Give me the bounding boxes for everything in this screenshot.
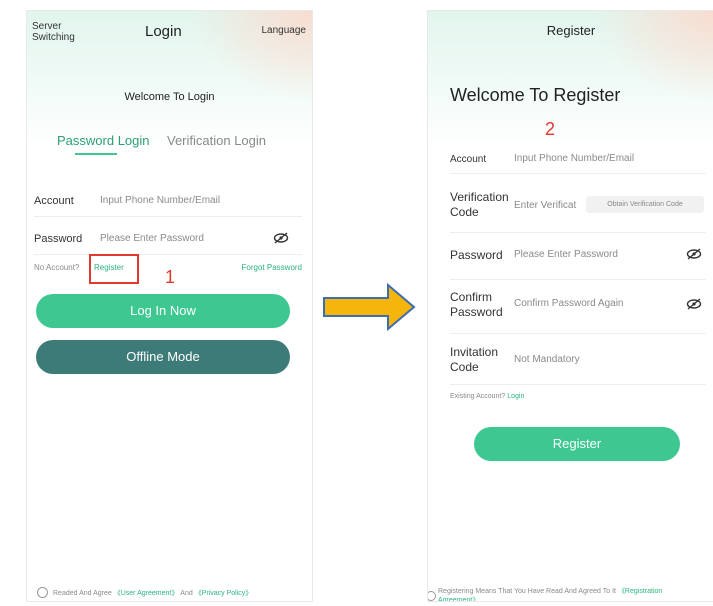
tab-password-login[interactable]: Password Login (57, 133, 150, 148)
page-title: Register (546, 23, 596, 38)
existing-account-row: Existing Account? Login (450, 393, 524, 400)
account-label: Account (450, 154, 487, 165)
divider (450, 232, 706, 233)
eye-off-icon[interactable] (686, 298, 702, 310)
radio-circle-icon[interactable] (37, 587, 48, 598)
arrow-right-icon (323, 282, 416, 332)
radio-circle-icon[interactable] (428, 591, 436, 601)
login-screen: Server Switching Login Language Welcome … (26, 10, 313, 602)
account-input[interactable]: Input Phone Number/Email (100, 195, 220, 206)
verification-code-input[interactable]: Enter Verificat (514, 200, 576, 211)
registration-agreement-text: Registering Means That You Have Read And… (438, 587, 708, 601)
divider (450, 333, 706, 334)
password-label: Password (34, 233, 83, 245)
and-text: And (180, 590, 193, 597)
existing-account-text: Existing Account? (450, 393, 506, 400)
log-in-now-button[interactable]: Log In Now (36, 294, 290, 328)
invitation-code-input[interactable]: Not Mandatory (514, 354, 580, 365)
privacy-policy-link[interactable]: 《Privacy Policy》 (195, 590, 253, 597)
page-title: Login (145, 23, 182, 40)
server-switching-button[interactable]: Server Switching (32, 21, 75, 43)
verification-code-label: Verification Code (450, 190, 509, 219)
offline-mode-button[interactable]: Offline Mode (36, 340, 290, 374)
password-input[interactable]: Please Enter Password (100, 233, 204, 244)
invitation-code-label: Invitation Code (450, 345, 499, 374)
annotation-number: 2 (545, 119, 556, 139)
confirm-password-label: Confirm Password (450, 290, 503, 319)
eye-off-icon[interactable] (273, 232, 289, 244)
login-link[interactable]: Login (507, 393, 524, 400)
divider (450, 384, 706, 385)
forgot-password-link[interactable]: Forgot Password (242, 263, 302, 272)
language-button[interactable]: Language (262, 25, 307, 36)
account-input[interactable]: Input Phone Number/Email (514, 153, 634, 164)
password-label: Password (450, 248, 503, 262)
welcome-heading: Welcome To Register (450, 85, 621, 105)
active-tab-indicator (75, 153, 117, 155)
confirm-password-input[interactable]: Confirm Password Again (514, 298, 624, 309)
annotation-number: 1 (165, 267, 176, 287)
agreement-prefix: Readed And Agree (53, 590, 112, 597)
account-label: Account (34, 195, 74, 207)
welcome-text: Welcome To Login (124, 91, 215, 103)
agreement-prefix: Registering Means That You Have Read And… (438, 588, 616, 595)
tab-verification-login[interactable]: Verification Login (167, 133, 266, 148)
eye-off-icon[interactable] (686, 248, 702, 260)
divider (34, 216, 302, 217)
register-button[interactable]: Register (474, 427, 680, 461)
divider (34, 254, 302, 255)
register-screen: Register Welcome To Register 2 Account I… (427, 10, 713, 602)
no-account-text: No Account? (34, 263, 80, 272)
divider (450, 279, 706, 280)
divider (450, 173, 706, 174)
obtain-verification-code-button[interactable]: Obtain Verification Code (586, 196, 704, 213)
user-agreement-link[interactable]: 《User Agreement》 (114, 590, 179, 597)
annotation-highlight-box (89, 254, 139, 284)
password-input[interactable]: Please Enter Password (514, 249, 618, 260)
agreement-text: Readed And Agree 《User Agreement》 And 《P… (53, 588, 252, 598)
